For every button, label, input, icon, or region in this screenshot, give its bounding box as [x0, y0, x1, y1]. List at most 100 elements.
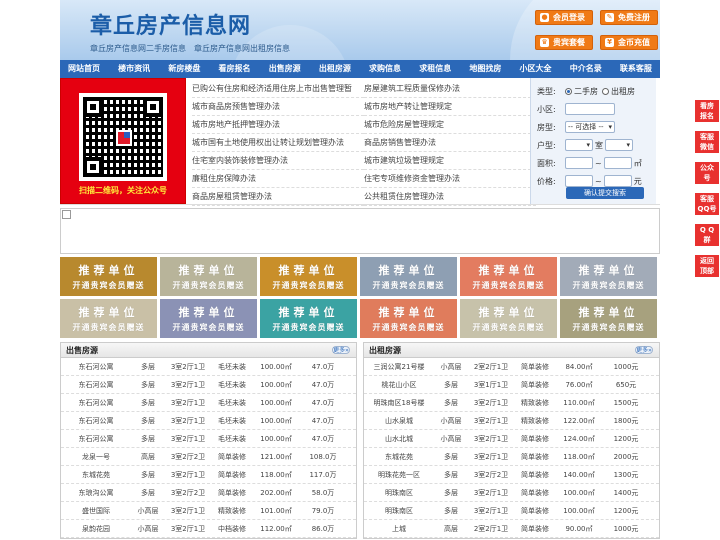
community-name[interactable]: 上城 [364, 520, 434, 537]
sale-more-link[interactable]: 更多» [332, 346, 350, 354]
float-official-account[interactable]: 公众号 [695, 162, 719, 184]
listing-row[interactable]: 东石河公寓 多层 3室2厅1卫 毛坯未装 100.00㎡ 47.0万 [61, 412, 356, 430]
listing-row[interactable]: 山水北城 小高层 3室2厅1卫 简单装修 124.00㎡ 1200元 [364, 430, 659, 448]
recommended-unit-tile[interactable]: 推荐单位 开通贵宾会员赠送 [560, 257, 657, 296]
listing-row[interactable]: 明珠南区 多层 3室2厅1卫 简单装修 100.00㎡ 1200元 [364, 502, 659, 520]
recharge-button[interactable]: ¥ 金币充值 [600, 35, 658, 50]
halls-select[interactable] [605, 139, 633, 151]
banner-ad[interactable] [60, 208, 660, 254]
policy-link[interactable]: 住宅专项维修资金管理办法 [364, 170, 536, 188]
community-name[interactable]: 桃花山小区 [364, 376, 434, 393]
community-name[interactable]: 东城花苑 [364, 448, 434, 465]
community-name[interactable]: 东城花苑 [61, 466, 131, 483]
community-name[interactable]: 盛世国际 [61, 502, 131, 519]
listing-row[interactable]: 东石河公寓 多层 3室2厅1卫 毛坯未装 100.00㎡ 47.0万 [61, 430, 356, 448]
recommended-unit-tile[interactable]: 推荐单位 开通贵宾会员赠送 [260, 299, 357, 338]
listing-row[interactable]: 东琅沟公寓 多层 3室2厅2卫 简单装修 202.00㎡ 58.0万 [61, 484, 356, 502]
nav-agencies[interactable]: 中介名录 [570, 60, 602, 78]
area-max-input[interactable] [603, 157, 632, 169]
community-name[interactable]: 明珠南区18号楼 [364, 394, 434, 411]
recommended-unit-tile[interactable]: 推荐单位 开通贵宾会员赠送 [60, 257, 157, 296]
area-min-input[interactable] [565, 157, 593, 169]
listing-row[interactable]: 盛世国际 小高层 3室2厅1卫 精致装修 101.00㎡ 79.0万 [61, 502, 356, 520]
nav-communities[interactable]: 小区大全 [520, 60, 552, 78]
community-name[interactable]: 山水泉城 [364, 412, 434, 429]
nav-home[interactable]: 网站首页 [68, 60, 100, 78]
nav-wanted-rent[interactable]: 求租信息 [419, 60, 451, 78]
policy-link[interactable]: 城市商品房预售管理办法 [192, 98, 364, 116]
recommended-unit-tile[interactable]: 推荐单位 开通贵宾会员赠送 [160, 257, 257, 296]
community-name[interactable]: 东琅沟公寓 [61, 484, 131, 501]
float-service-qq[interactable]: 客服 QQ号 [695, 193, 719, 215]
secondhand-radio[interactable] [565, 87, 572, 95]
rooms-select[interactable] [565, 139, 593, 151]
listing-row[interactable]: 桃花山小区 多层 3室1厅1卫 简单装修 76.00㎡ 650元 [364, 376, 659, 394]
recommended-unit-tile[interactable]: 推荐单位 开通贵宾会员赠送 [560, 299, 657, 338]
back-to-top-button[interactable]: 返回 顶部 [695, 255, 719, 277]
recommended-unit-tile[interactable]: 推荐单位 开通贵宾会员赠送 [360, 299, 457, 338]
listing-row[interactable]: 东城花苑 多层 3室2厅1卫 简单装修 118.00㎡ 2000元 [364, 448, 659, 466]
float-viewing-signup[interactable]: 看房 报名 [695, 100, 719, 122]
recommended-unit-tile[interactable]: 推荐单位 开通贵宾会员赠送 [460, 257, 557, 296]
listing-row[interactable]: 东石河公寓 多层 3室2厅1卫 毛坯未装 100.00㎡ 47.0万 [61, 394, 356, 412]
policy-link[interactable]: 商品房屋租赁管理办法 [192, 188, 364, 206]
community-name[interactable]: 东石河公寓 [61, 394, 131, 411]
policy-link[interactable]: 公共租赁住房管理办法 [364, 188, 536, 206]
site-logo[interactable]: 章丘房产信息网 [90, 8, 251, 40]
recommended-unit-tile[interactable]: 推荐单位 开通贵宾会员赠送 [160, 299, 257, 338]
policy-link[interactable]: 廉租住房保障办法 [192, 170, 364, 188]
listing-row[interactable]: 明珠花苑一区 多层 3室2厅2卫 简单装修 140.00㎡ 1300元 [364, 466, 659, 484]
policy-link[interactable]: 城市房地产转让管理规定 [364, 98, 536, 116]
rental-radio[interactable] [602, 87, 609, 95]
search-submit-button[interactable]: 确认提交搜索 [566, 187, 644, 199]
subtitle-secondhand[interactable]: 章丘房产信息网二手房信息 [90, 44, 186, 53]
float-qq-group[interactable]: Q Q 群 [695, 224, 719, 246]
nav-new-homes[interactable]: 新房楼盘 [168, 60, 200, 78]
recommended-unit-tile[interactable]: 推荐单位 开通贵宾会员赠送 [460, 299, 557, 338]
recommended-unit-tile[interactable]: 推荐单位 开通贵宾会员赠送 [60, 299, 157, 338]
register-button[interactable]: ✎ 免费注册 [600, 10, 658, 25]
policy-link[interactable]: 商品房销售管理办法 [364, 134, 536, 152]
listing-row[interactable]: 东城花苑 多层 3室2厅1卫 简单装修 118.00㎡ 117.0万 [61, 466, 356, 484]
price-min-input[interactable] [565, 175, 593, 187]
property-type-select[interactable]: -- 可选择 -- [565, 121, 615, 133]
listing-row[interactable]: 龙泉一号 高层 3室2厅2卫 简单装修 121.00㎡ 108.0万 [61, 448, 356, 466]
recommended-unit-tile[interactable]: 推荐单位 开通贵宾会员赠送 [360, 257, 457, 296]
community-name[interactable]: 山水北城 [364, 430, 434, 447]
policy-link[interactable]: 城市房地产抵押管理办法 [192, 116, 364, 134]
login-button[interactable]: ● 会员登录 [535, 10, 593, 25]
nav-for-rent[interactable]: 出租房源 [319, 60, 351, 78]
community-name[interactable]: 龙泉一号 [61, 448, 131, 465]
listing-row[interactable]: 三润公寓21号楼 小高层 2室2厅1卫 简单装修 84.00㎡ 1000元 [364, 358, 659, 376]
listing-row[interactable]: 东石河公寓 多层 3室2厅1卫 毛坯未装 100.00㎡ 47.0万 [61, 358, 356, 376]
community-name[interactable]: 泉韵花园 [61, 520, 131, 537]
listing-row[interactable]: 东石河公寓 多层 3室2厅1卫 毛坯未装 100.00㎡ 47.0万 [61, 376, 356, 394]
policy-link[interactable]: 已购公有住房和经济适用住房上市出售管理暂 [192, 80, 364, 98]
community-input[interactable] [565, 103, 615, 115]
nav-contact[interactable]: 联系客服 [620, 60, 652, 78]
float-service-wechat[interactable]: 客服 微信 [695, 131, 719, 153]
policy-link[interactable]: 城市国有土地使用权出让转让规划管理办法 [192, 134, 364, 152]
community-name[interactable]: 东石河公寓 [61, 430, 131, 447]
policy-link[interactable]: 住宅室内装饰装修管理办法 [192, 152, 364, 170]
subtitle-rental[interactable]: 章丘房产信息网出租房信息 [194, 44, 290, 53]
policy-link[interactable]: 城市建筑垃圾管理规定 [364, 152, 536, 170]
nav-for-sale[interactable]: 出售房源 [269, 60, 301, 78]
listing-row[interactable]: 泉韵花园 小高层 3室2厅1卫 中档装修 112.00㎡ 86.0万 [61, 520, 356, 538]
listing-row[interactable]: 明珠南区18号楼 多层 3室2厅1卫 精致装修 110.00㎡ 1500元 [364, 394, 659, 412]
policy-link[interactable]: 城市危险房屋管理规定 [364, 116, 536, 134]
community-name[interactable]: 东石河公寓 [61, 412, 131, 429]
listing-row[interactable]: 上城 高层 2室2厅1卫 简单装修 90.00㎡ 1000元 [364, 520, 659, 538]
community-name[interactable]: 三润公寓21号楼 [364, 358, 434, 375]
community-name[interactable]: 东石河公寓 [61, 358, 131, 375]
listing-row[interactable]: 明珠南区 多层 3室2厅1卫 简单装修 100.00㎡ 1400元 [364, 484, 659, 502]
recommended-unit-tile[interactable]: 推荐单位 开通贵宾会员赠送 [260, 257, 357, 296]
vip-package-button[interactable]: ♛ 贵宾套餐 [535, 35, 593, 50]
community-name[interactable]: 明珠花苑一区 [364, 466, 434, 483]
nav-news[interactable]: 楼市资讯 [118, 60, 150, 78]
community-name[interactable]: 明珠南区 [364, 484, 434, 501]
nav-viewing-signup[interactable]: 看房报名 [219, 60, 251, 78]
policy-link[interactable]: 房屋建筑工程质量保修办法 [364, 80, 536, 98]
nav-map-search[interactable]: 地图找房 [469, 60, 501, 78]
listing-row[interactable]: 山水泉城 小高层 3室2厅1卫 精致装修 122.00㎡ 1800元 [364, 412, 659, 430]
